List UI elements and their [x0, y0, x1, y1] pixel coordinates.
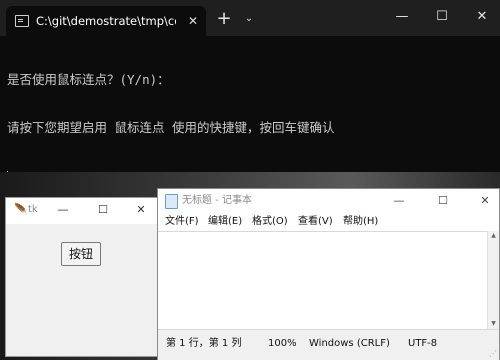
notepad-title: 无标题 - 记事本	[182, 195, 252, 206]
terminal-line: 请按下您期望启用 鼠标连点 使用的快捷键，按回车键确认	[7, 120, 335, 135]
notepad-statusbar: 第 1 行，第 1 列 100% Windows (CRLF) UTF-8 ⋰	[158, 329, 499, 360]
notepad-icon	[165, 194, 178, 209]
terminal-tab[interactable]: C:\git\demostrate\tmp\contin ✕	[6, 6, 206, 36]
terminal-line: 是否使用鼠标连点？(Y/n)：	[7, 72, 170, 87]
tk-close-button[interactable]: ✕	[130, 201, 152, 219]
tk-feather-icon: 🪶	[14, 203, 28, 216]
encoding: UTF-8	[408, 338, 438, 349]
menu-help[interactable]: 帮助(H)	[343, 213, 378, 231]
resize-grip-icon[interactable]: ⋰	[489, 350, 497, 358]
terminal-titlebar[interactable]: C:\git\demostrate\tmp\contin ✕ + ⌄ — ☐ ✕	[0, 0, 500, 36]
tk-minimize-button[interactable]: —	[52, 201, 74, 219]
notepad-minimize-button[interactable]: —	[386, 191, 412, 211]
notepad-titlebar[interactable]: 无标题 - 记事本 — ☐ ✕	[158, 189, 499, 213]
tk-titlebar[interactable]: 🪶 tk — ☐ ✕	[6, 198, 158, 224]
scroll-down-icon[interactable]: ▼	[488, 319, 499, 329]
notepad-maximize-button[interactable]: ☐	[430, 191, 456, 211]
close-button[interactable]: ✕	[468, 6, 496, 28]
vertical-scrollbar[interactable]: ▲ ▼	[487, 231, 499, 329]
cursor-position: 第 1 行，第 1 列	[166, 338, 242, 349]
minimize-button[interactable]: —	[388, 6, 416, 28]
action-button[interactable]: 按钮	[61, 242, 101, 266]
notepad-menubar: 文件(F) 编辑(E) 格式(O) 查看(V) 帮助(H)	[158, 213, 499, 231]
maximize-button[interactable]: ☐	[428, 6, 456, 28]
notepad-window[interactable]: 无标题 - 记事本 — ☐ ✕ 文件(F) 编辑(E) 格式(O) 查看(V) …	[157, 188, 500, 360]
tk-window-title: tk	[28, 204, 38, 215]
terminal-tab-icon	[15, 15, 29, 27]
notepad-close-button[interactable]: ✕	[472, 191, 498, 211]
tk-window[interactable]: 🪶 tk — ☐ ✕ 按钮	[5, 197, 159, 357]
tab-dropdown-icon[interactable]: ⌄	[240, 10, 258, 28]
zoom-level: 100%	[268, 338, 297, 349]
tab-close-icon[interactable]: ✕	[184, 12, 202, 30]
terminal-tab-title: C:\git\demostrate\tmp\contin	[36, 14, 176, 28]
tk-maximize-button[interactable]: ☐	[92, 201, 114, 219]
notepad-text-area[interactable]	[158, 231, 499, 330]
scroll-up-icon[interactable]: ▲	[488, 231, 499, 241]
line-ending: Windows (CRLF)	[309, 338, 390, 349]
menu-view[interactable]: 查看(V)	[298, 213, 333, 231]
menu-file[interactable]: 文件(F)	[165, 213, 199, 231]
menu-edit[interactable]: 编辑(E)	[208, 213, 242, 231]
menu-format[interactable]: 格式(O)	[252, 213, 288, 231]
new-tab-button[interactable]: +	[212, 8, 236, 30]
